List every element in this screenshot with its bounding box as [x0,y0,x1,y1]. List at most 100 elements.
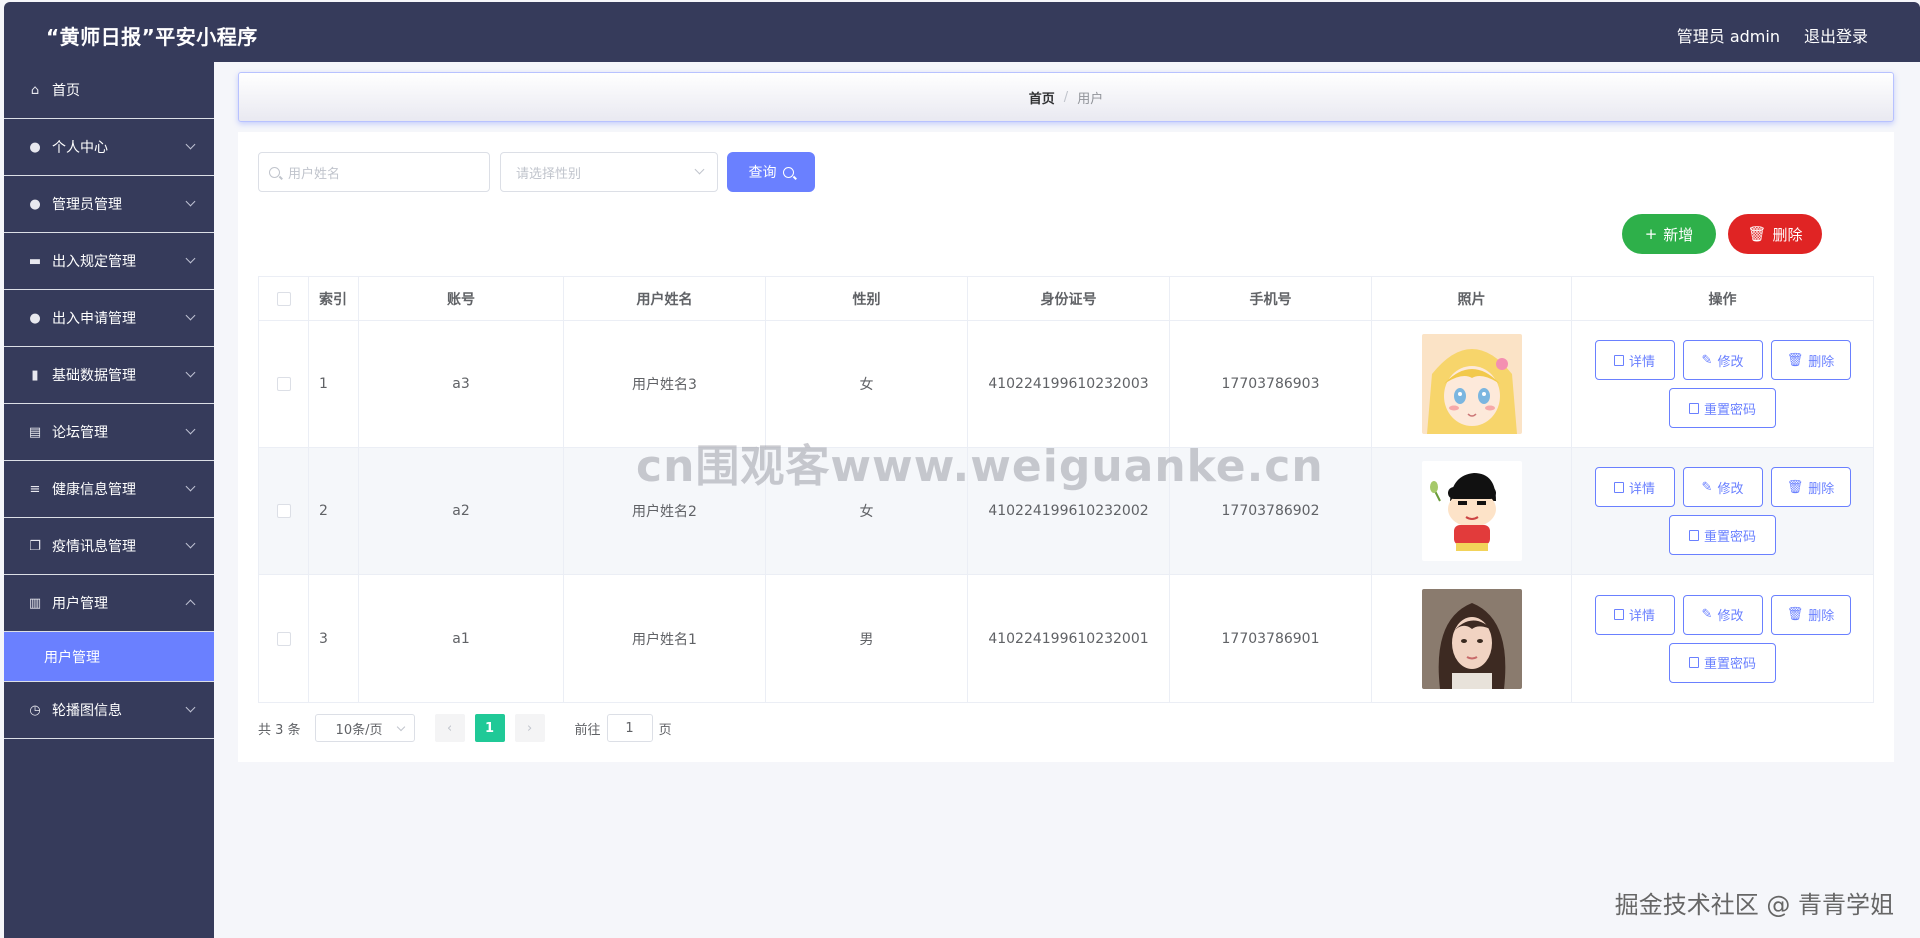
library-icon: ▥ [28,595,42,611]
edit-button[interactable]: ✎ 修改 [1682,467,1763,507]
next-page-button[interactable]: › [514,714,545,742]
trash-icon: 🗑 [1786,352,1804,368]
detail-button[interactable]: 详情 [1594,340,1675,380]
detail-label: 详情 [1628,354,1655,370]
chevron-down-icon [396,722,405,732]
delete-button[interactable]: 🗑 删除 [1770,594,1851,635]
breadcrumb-separator: / [1063,89,1069,105]
chevron-down-icon [694,164,705,175]
edit-button[interactable]: ✎ 修改 [1682,594,1763,635]
row-id-number: 410224199610232003 [968,321,1170,447]
column-header-name: 用户姓名 [564,277,766,320]
sidebar-item-home[interactable]: ⌂ 首页 [4,62,214,119]
row-name: 用户姓名2 [564,448,766,574]
logout-link[interactable]: 退出登录 [1804,23,1868,47]
document-icon [1613,481,1624,493]
goto-page: 前往 1 页 [575,714,672,742]
chevron-up-icon [185,599,196,610]
row-gender: 女 [766,448,968,574]
delete-button[interactable]: 🗑 删除 [1770,467,1851,507]
detail-button[interactable]: 详情 [1594,467,1675,507]
delete-button-label: 删除 [1772,225,1803,244]
row-index: 2 [309,448,359,574]
column-header-id-number: 身份证号 [968,277,1170,320]
row-phone: 17703786901 [1170,575,1372,702]
row-name: 用户姓名3 [564,321,766,447]
row-account: a1 [359,575,564,702]
row-checkbox[interactable] [276,631,291,646]
sidebar-item-label: 个人中心 [52,140,108,156]
app-title: “黄师日报”平安小程序 [46,25,258,49]
corner-watermark: 掘金技术社区 @ 青青学姐 [1614,891,1894,919]
search-icon [269,166,280,178]
row-phone: 17703786903 [1170,321,1372,447]
row-checkbox[interactable] [276,377,291,391]
delete-button[interactable]: 🗑 删除 [1770,340,1851,380]
sidebar-item-base-data[interactable]: ▮ 基础数据管理 [4,347,214,404]
user-photo[interactable] [1421,461,1522,561]
sidebar-item-health-info[interactable]: ≡ 健康信息管理 [4,461,214,518]
admin-icon: ● [29,196,41,212]
sidebar-item-user-management[interactable]: ▥ 用户管理 [4,575,214,632]
edit-label: 修改 [1717,609,1744,624]
goto-page-input[interactable]: 1 [606,714,653,742]
breadcrumb-current: 用户 [1077,91,1104,107]
gender-select-placeholder: 请选择性别 [516,166,582,182]
sidebar-item-access-requests[interactable]: ● 出入申请管理 [4,290,214,347]
row-phone: 17703786902 [1170,448,1372,574]
reset-password-button[interactable]: 重置密码 [1669,642,1776,683]
chevron-down-icon [185,702,196,713]
sliders-icon: ≡ [29,481,41,497]
gender-select[interactable]: 请选择性别 [500,152,718,192]
goto-prefix: 前往 [574,722,601,738]
add-button[interactable]: + 新增 [1622,214,1716,254]
reset-password-button[interactable]: 重置密码 [1669,388,1776,428]
edit-button[interactable]: ✎ 修改 [1682,340,1763,380]
chevron-down-icon [185,196,196,207]
query-button-label: 查询 [748,165,777,181]
sidebar-item-carousel[interactable]: ◷ 轮播图信息 [4,682,214,739]
select-all-checkbox[interactable] [276,291,291,306]
goto-suffix: 页 [658,722,672,738]
prev-page-button[interactable]: ‹ [434,714,465,742]
search-placeholder: 用户姓名 [288,166,341,182]
sidebar-item-forum[interactable]: ▤ 论坛管理 [4,404,214,461]
sidebar-subitem-user-management[interactable]: 用户管理 [4,632,214,682]
query-button[interactable]: 查询 [727,152,815,192]
user-name-search-input[interactable]: 用户姓名 [258,152,490,192]
row-checkbox[interactable] [276,504,291,518]
column-header-photo: 照片 [1372,277,1572,320]
reset-password-button[interactable]: 重置密码 [1669,515,1776,555]
sidebar-item-personal-center[interactable]: ● 个人中心 [4,119,214,176]
batch-delete-button[interactable]: 🗑 删除 [1728,214,1822,254]
user-icon: ● [29,310,41,326]
pencil-icon: ✎ [1701,607,1713,622]
reset-password-label: 重置密码 [1703,529,1756,545]
sidebar-item-admin-management[interactable]: ● 管理员管理 [4,176,214,233]
row-index: 1 [309,321,359,447]
sidebar: ⌂ 首页 ● 个人中心 ● 管理员管理 ▬ 出入规定管理 ● 出入申请管理 ▮ … [4,62,214,938]
breadcrumb: 首页 / 用户 [238,72,1894,122]
user-photo[interactable] [1421,334,1522,434]
sidebar-item-access-rules[interactable]: ▬ 出入规定管理 [4,233,214,290]
page-number-current[interactable]: 1 [474,714,505,742]
document-icon [1688,529,1699,541]
top-navbar: “黄师日报”平安小程序 管理员 admin 退出登录 [4,2,1920,62]
user-photo[interactable] [1421,588,1522,689]
sidebar-item-epidemic-news[interactable]: ❐ 疫情讯息管理 [4,518,214,575]
row-id-number: 410224199610232001 [968,575,1170,702]
pagination: 共 3 条 10条/页 ‹ 1 › 前往 1 页 [258,714,672,742]
detail-button[interactable]: 详情 [1594,594,1675,635]
page-size-select[interactable]: 10条/页 [314,714,415,742]
user-icon: ● [29,139,41,155]
document-icon [1688,402,1699,414]
edit-label: 修改 [1717,481,1744,497]
chevron-down-icon [185,139,196,150]
delete-label: 删除 [1808,354,1835,370]
pencil-icon: ✎ [1701,479,1713,495]
column-header-gender: 性别 [766,277,968,320]
reset-password-label: 重置密码 [1703,657,1756,672]
breadcrumb-home[interactable]: 首页 [1029,88,1055,107]
table-row: 3 a1 用户姓名1 男 410224199610232001 17703786… [259,575,1873,702]
chevron-down-icon [185,538,196,549]
